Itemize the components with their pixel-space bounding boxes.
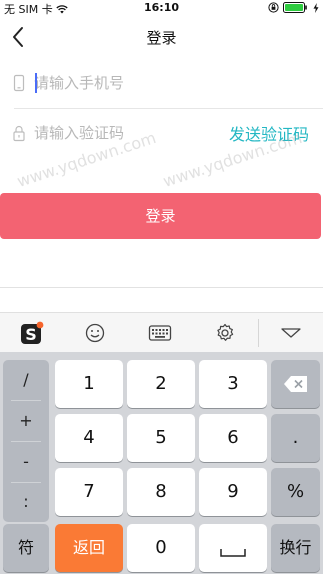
phone-row: [0, 57, 323, 109]
hide-keyboard-button[interactable]: [276, 319, 306, 347]
key-1[interactable]: 1: [55, 360, 123, 408]
key-4[interactable]: 4: [55, 414, 123, 462]
key-3[interactable]: 3: [199, 360, 267, 408]
nav-bar: 登录: [0, 16, 323, 58]
symbol-column: / + - :: [3, 360, 49, 522]
key-plus[interactable]: +: [3, 401, 49, 441]
orientation-lock-icon: [268, 2, 279, 13]
key-8[interactable]: 8: [127, 468, 195, 516]
status-right: [268, 2, 319, 13]
return-key[interactable]: 返回: [55, 524, 123, 572]
key-percent[interactable]: %: [271, 468, 320, 516]
backspace-icon: [283, 376, 307, 392]
emoji-button[interactable]: [80, 319, 110, 347]
phone-icon: [13, 74, 25, 92]
battery-icon: [283, 2, 307, 13]
gear-icon: [217, 323, 234, 341]
space-key[interactable]: [199, 524, 267, 572]
toolbar-divider: [258, 319, 259, 347]
newline-key[interactable]: 换行: [271, 524, 320, 572]
phone-input[interactable]: [34, 71, 234, 95]
page-title: 登录: [146, 29, 177, 47]
keyboard-switch-button[interactable]: [145, 319, 175, 347]
key-0[interactable]: 0: [127, 524, 195, 572]
symbol-key[interactable]: 符: [3, 524, 49, 572]
send-code-button[interactable]: 发送验证码: [229, 121, 309, 145]
space-icon: [220, 549, 246, 557]
numeric-keyboard: / + - : 1 2 3 4 5 6 . 7 8 9 % 符 返回 0 换行: [0, 352, 323, 574]
key-slash[interactable]: /: [3, 360, 49, 400]
key-9[interactable]: 9: [199, 468, 267, 516]
status-bar: 无 SIM 卡 16:10: [0, 0, 323, 16]
settings-button[interactable]: [210, 319, 240, 347]
keyboard-icon: [148, 325, 172, 341]
lock-icon: [13, 125, 25, 142]
emoji-icon: [85, 323, 105, 343]
svg-text:S: S: [25, 325, 37, 344]
key-7[interactable]: 7: [55, 468, 123, 516]
chevron-down-icon: [281, 328, 301, 338]
verification-code-input[interactable]: [34, 121, 234, 145]
key-5[interactable]: 5: [127, 414, 195, 462]
charging-icon: [313, 2, 319, 13]
key-minus[interactable]: -: [3, 442, 49, 482]
divider: [0, 287, 323, 288]
key-dot[interactable]: .: [271, 414, 320, 462]
code-row: 发送验证码: [0, 107, 323, 159]
login-button[interactable]: 登录: [0, 193, 321, 239]
key-2[interactable]: 2: [127, 360, 195, 408]
key-colon[interactable]: :: [3, 482, 49, 522]
sogou-logo-icon: S: [21, 321, 44, 344]
text-caret: [35, 73, 37, 93]
backspace-key[interactable]: [271, 360, 320, 408]
sogou-logo-button[interactable]: S: [17, 319, 47, 347]
keyboard-toolbar: S: [0, 312, 323, 352]
key-6[interactable]: 6: [199, 414, 267, 462]
